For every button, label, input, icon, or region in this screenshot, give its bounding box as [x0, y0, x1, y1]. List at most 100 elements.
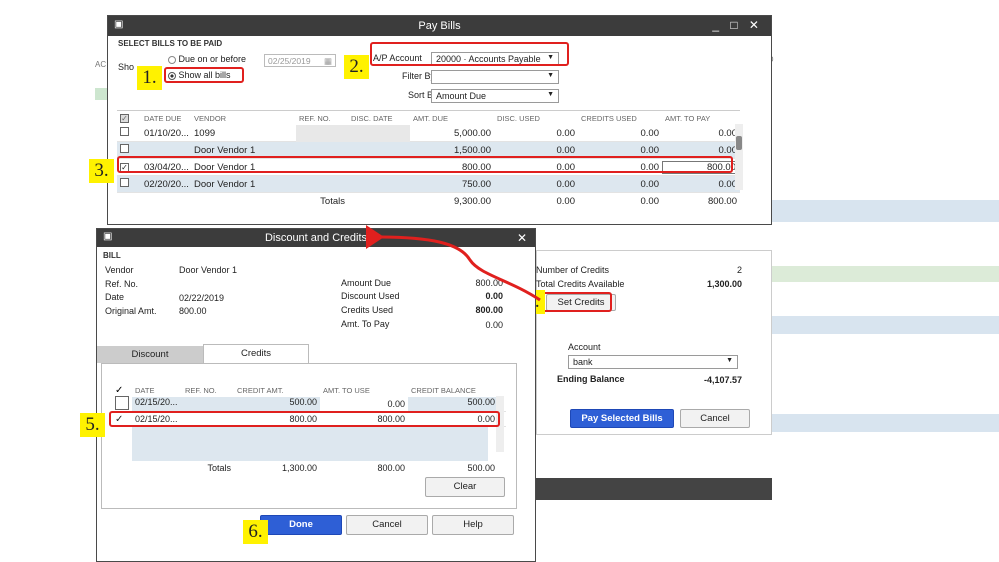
ending-balance: -4,107.57	[703, 375, 742, 385]
chevron-down-icon: ▼	[547, 91, 554, 98]
scrollbar-thumb[interactable]	[736, 136, 742, 150]
col-credit-balance[interactable]: CREDIT BALANCE	[408, 386, 498, 395]
cell-date: 02/20/20...	[144, 178, 189, 190]
col-amt-to-use[interactable]: AMT. TO USE	[320, 386, 408, 395]
select-all-checkbox[interactable]: ✓	[117, 113, 141, 123]
table-scrollbar[interactable]	[735, 124, 743, 190]
col-disc-date[interactable]: DISC. DATE	[348, 114, 410, 123]
table-row[interactable]: 02/20/20... Door Vendor 1 750.00 0.00 0.…	[117, 176, 740, 193]
bills-table-header: ✓ DATE DUE VENDOR REF. NO. DISC. DATE AM…	[117, 111, 740, 125]
col-date-due[interactable]: DATE DUE	[141, 114, 191, 123]
step-1-badge: 1.	[137, 66, 162, 90]
filter-by-select[interactable]: ▼	[431, 70, 559, 84]
bg-bar	[536, 478, 772, 500]
chevron-down-icon: ▼	[547, 72, 554, 79]
col-amt-due[interactable]: AMT. DUE	[410, 114, 494, 123]
cell-disc-used: 0.00	[556, 178, 576, 190]
number-of-credits: 2	[736, 265, 742, 275]
account-select[interactable]: bank ▼	[568, 355, 738, 369]
highlight-show-all	[164, 67, 244, 83]
bill-label: BILL	[103, 251, 121, 260]
cell-amt-due: 5,000.00	[454, 127, 491, 139]
tab-credits[interactable]: Credits	[203, 344, 309, 363]
credits-total-amt: 1,300.00	[281, 463, 317, 473]
pay-selected-bills-button[interactable]: Pay Selected Bills	[570, 409, 674, 428]
sort-by-value: Amount Due	[436, 91, 487, 101]
bg-row	[772, 316, 999, 334]
cell-vendor: Door Vendor 1	[194, 144, 256, 156]
bg-row	[772, 266, 999, 282]
pay-bills-titlebar: ▣ Pay Bills _ □ ✕	[108, 16, 771, 36]
cell-vendor: Door Vendor 1	[194, 178, 256, 190]
cell-to-pay[interactable]: 0.00	[662, 179, 740, 190]
arrow-annotation	[365, 225, 541, 302]
cell-date: 02/15/20...	[132, 396, 182, 412]
credits-totals-row: Totals 1,300.00 800.00 500.00	[112, 461, 506, 475]
col-ref-no[interactable]: REF. NO.	[182, 386, 234, 395]
ending-balance-label: Ending Balance	[557, 374, 625, 384]
step-3-badge: 3.	[89, 159, 114, 183]
row-checkbox[interactable]	[120, 127, 129, 136]
col-credit-amt[interactable]: CREDIT AMT.	[234, 386, 320, 395]
cell-to-pay[interactable]: 0.00	[662, 145, 740, 156]
cell-disc-used: 0.00	[556, 144, 576, 156]
due-on-label: Due on or before	[178, 54, 247, 64]
due-date-field[interactable]: 02/25/2019 ▦	[264, 54, 336, 67]
col-date[interactable]: DATE	[132, 386, 182, 395]
account-label: Account	[568, 342, 601, 352]
cell-to-pay[interactable]: 0.00	[662, 128, 740, 139]
dialog-cancel-button[interactable]: Cancel	[346, 515, 428, 535]
step-6-badge: 6.	[243, 520, 268, 544]
cell-balance: 500.00	[408, 396, 498, 412]
window-controls-icon[interactable]: _ □ ✕	[712, 18, 763, 32]
step-2-badge: 2.	[344, 55, 369, 79]
orig-label: Original Amt.	[105, 306, 157, 316]
cell-amt-due: 750.00	[461, 178, 491, 190]
amt-to-pay-value: 0.00	[485, 320, 503, 330]
col-amt-to-pay[interactable]: AMT. TO PAY	[662, 114, 740, 123]
credits-used-label: Credits Used	[341, 305, 394, 315]
section-title: SELECT BILLS TO BE PAID	[118, 39, 223, 48]
amt-to-pay-label: Amt. To Pay	[341, 319, 390, 329]
cell-date: 01/10/20...	[144, 127, 189, 139]
list-item[interactable]: 02/15/20... 500.00 0.00 500.00	[112, 396, 506, 412]
bg-stripe	[95, 88, 107, 100]
due-date-value: 02/25/2019	[268, 56, 311, 66]
row-checkbox[interactable]	[120, 178, 129, 187]
credits-totals-label: Totals	[207, 463, 231, 473]
credit-checkbox[interactable]	[115, 396, 129, 410]
pay-bills-cancel-button[interactable]: Cancel	[680, 409, 750, 428]
cell-credit: 500.00	[234, 396, 320, 412]
done-button[interactable]: Done	[260, 515, 342, 535]
col-vendor[interactable]: VENDOR	[191, 114, 296, 123]
row-checkbox[interactable]	[120, 144, 129, 153]
tab-discount[interactable]: Discount	[97, 346, 203, 363]
col-disc-used[interactable]: DISC. USED	[494, 114, 578, 123]
empty-rows	[132, 427, 488, 461]
cell-disc-date	[348, 124, 410, 142]
cell-credits: 0.00	[640, 127, 660, 139]
col-credits-used[interactable]: CREDITS USED	[578, 114, 662, 123]
pay-bills-title: Pay Bills	[418, 20, 461, 32]
cell-use[interactable]: 0.00	[320, 399, 408, 409]
vendor-value: Door Vendor 1	[179, 265, 238, 275]
bg-row	[772, 414, 999, 432]
due-on-radio[interactable]: Due on or before	[168, 54, 246, 64]
highlight-selected-row	[117, 156, 733, 173]
total-amt-due: 9,300.00	[454, 196, 491, 207]
help-button[interactable]: Help	[432, 515, 514, 535]
credits-table-header: ✓ DATE REF. NO. CREDIT AMT. AMT. TO USE …	[112, 383, 506, 397]
date-value: 02/22/2019	[179, 293, 225, 303]
sort-by-select[interactable]: Amount Due ▼	[431, 89, 559, 103]
col-check[interactable]: ✓	[112, 385, 132, 396]
total-credits: 0.00	[640, 196, 660, 207]
date-label: Date	[105, 292, 125, 302]
cell-vendor: 1099	[194, 127, 216, 139]
col-ref-no[interactable]: REF. NO.	[296, 114, 348, 123]
table-row[interactable]: 01/10/20... 1099 5,000.00 0.00 0.00 0.00	[117, 124, 740, 142]
clear-button[interactable]: Clear	[425, 477, 505, 497]
cell-credits: 0.00	[640, 178, 660, 190]
step-5-badge: 5.	[80, 413, 105, 437]
calendar-icon[interactable]: ▦	[324, 56, 332, 67]
total-credits: 1,300.00	[706, 279, 742, 289]
